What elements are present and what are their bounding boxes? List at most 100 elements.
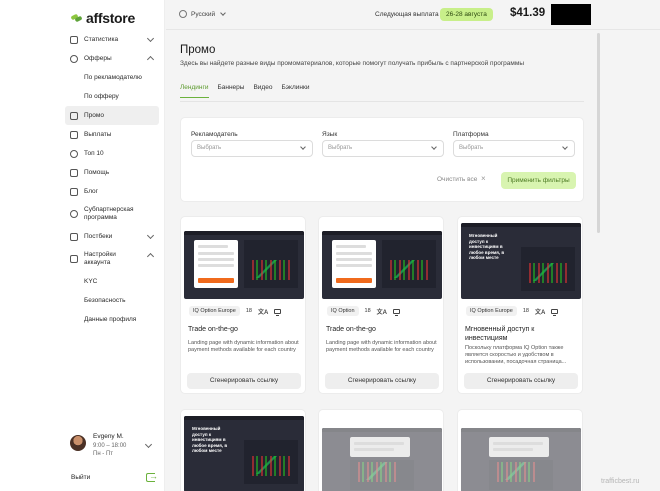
sidebar-item-by-advertiser[interactable]: По рекламодателю [65, 68, 159, 87]
wallet-icon [70, 130, 78, 139]
sidebar-item-promo[interactable]: Промо [65, 106, 159, 125]
promo-card: IQ Option Europe 18 文A Trade on-the-go L… [180, 216, 306, 394]
advertiser-chip: IQ Option [327, 306, 359, 316]
sidebar-item-profile-data[interactable]: Данные профиля [65, 310, 159, 329]
stats-icon [70, 35, 78, 44]
tab-video[interactable]: Видео [253, 84, 272, 98]
sidebar-item-offers[interactable]: Офферы [65, 49, 159, 68]
users-icon [70, 210, 78, 218]
promo-card [457, 409, 583, 491]
scrollbar-thumb[interactable] [597, 33, 600, 233]
sidebar: affstore Статистика Офферы По рекламодат… [0, 0, 165, 491]
landing-preview[interactable] [322, 428, 442, 491]
promo-tabs: Лендинги Баннеры Видео Бэклинки [180, 84, 318, 98]
age-limit: 18 [245, 308, 252, 314]
tab-landings[interactable]: Лендинги [180, 84, 209, 98]
sidebar-item-settings[interactable]: Настройки аккаунта [65, 246, 159, 272]
user-profile[interactable]: Evgeny M. 9:00 – 18:00 Пн - Пт [70, 433, 160, 461]
advertiser-label: Рекламодатель [191, 131, 238, 138]
clear-all-button[interactable]: Очистить все [437, 176, 477, 183]
brand-logo[interactable]: affstore [71, 10, 135, 26]
card-title: Trade on-the-go [188, 326, 238, 333]
advertiser-select[interactable]: Выбрать [191, 140, 313, 157]
generate-link-button[interactable]: Сгенерировать ссылку [325, 373, 439, 389]
generate-link-button[interactable]: Сгенерировать ссылку [187, 373, 301, 389]
desktop-icon [393, 308, 401, 316]
landing-preview[interactable] [322, 231, 442, 299]
sidebar-item-help[interactable]: Помощь [65, 163, 159, 182]
apply-filters-button[interactable]: Применить фильтры [501, 172, 576, 189]
chevron-down-icon [146, 231, 155, 240]
card-description: Landing page with dynamic information ab… [188, 340, 299, 353]
sidebar-item-security[interactable]: Безопасность [65, 291, 159, 310]
advertiser-chip: IQ Option Europe [189, 306, 240, 316]
user-hours: 9:00 – 18:00 [93, 443, 127, 449]
page-description: Здесь вы найдете разные виды промоматери… [180, 60, 525, 67]
age-limit: 18 [522, 308, 529, 314]
watermark: trafficbest.ru [601, 478, 640, 485]
logo-mark-icon [71, 13, 83, 23]
user-days: Пн - Пт [93, 451, 114, 457]
card-description: Landing page with dynamic information ab… [326, 340, 437, 353]
logout-icon[interactable] [146, 471, 158, 482]
tab-backlinks[interactable]: Бэклинки [281, 84, 309, 98]
brand-name: affstore [86, 10, 135, 26]
desktop-icon [551, 308, 559, 316]
preview-headline: Мгновенный доступ к инвестициям в любое … [469, 233, 505, 260]
promo-card [318, 409, 444, 491]
advertiser-chip: IQ Option Europe [466, 306, 517, 316]
language-select[interactable]: Выбрать [322, 140, 444, 157]
filters-panel: Рекламодатель Выбрать Язык Выбрать Платф… [180, 117, 584, 202]
chevron-down-icon [562, 144, 568, 150]
sidebar-item-subpartner[interactable]: Субпартнерская программа [65, 201, 159, 227]
page-title: Промо [180, 44, 216, 56]
next-payment-badge: 26-28 августа [440, 8, 493, 21]
tabs-divider [180, 101, 584, 102]
card-description: Поскольку платформа IQ Option также явля… [465, 345, 567, 365]
balance: $41.39 [510, 7, 546, 19]
landing-preview[interactable] [184, 231, 304, 299]
header-divider [166, 29, 660, 30]
sidebar-item-blog[interactable]: Блог [65, 182, 159, 201]
translate-icon: 文A [534, 309, 546, 316]
redacted-box [551, 4, 591, 25]
promo-card: Мгновенный доступ к инвестициям в любое … [457, 216, 583, 394]
logout-link[interactable]: Выйти [71, 474, 90, 481]
sidebar-nav: Статистика Офферы По рекламодателю По оф… [65, 30, 159, 329]
sidebar-item-top10[interactable]: Топ 10 [65, 144, 159, 163]
chevron-down-icon [431, 144, 437, 150]
landing-preview[interactable]: Мгновенный доступ к инвестициям в любое … [461, 223, 581, 299]
globe-icon [179, 10, 187, 18]
generate-link-button[interactable]: Сгенерировать ссылку [464, 373, 578, 389]
translate-icon: 文A [376, 309, 388, 316]
chevron-up-icon [146, 252, 155, 261]
landing-preview[interactable]: Мгновенный доступ к инвестициям в любое … [184, 416, 304, 491]
chevron-down-icon [220, 10, 226, 16]
card-title: Trade on-the-go [326, 326, 376, 333]
postback-icon [70, 232, 78, 241]
tag-icon [70, 54, 78, 63]
language-selector[interactable]: Русский [179, 10, 226, 18]
close-icon[interactable]: × [481, 174, 486, 183]
age-limit: 18 [364, 308, 371, 314]
platform-select[interactable]: Выбрать [453, 140, 575, 157]
settings-icon [70, 255, 78, 263]
chevron-down-icon [146, 34, 155, 43]
blog-icon [70, 187, 78, 196]
sidebar-item-by-offer[interactable]: По офферу [65, 87, 159, 106]
promo-card: Мгновенный доступ к инвестициям в любое … [180, 409, 306, 491]
sidebar-item-payouts[interactable]: Выплаты [65, 125, 159, 144]
translate-icon: 文A [257, 309, 269, 316]
user-name: Evgeny M. [93, 433, 124, 440]
next-payment-label: Следующая выплата [375, 11, 439, 18]
preview-headline: Мгновенный доступ к инвестициям в любое … [192, 426, 228, 453]
landing-preview[interactable] [461, 428, 581, 491]
image-icon [70, 111, 78, 120]
tab-banners[interactable]: Баннеры [218, 84, 245, 98]
desktop-icon [274, 308, 282, 316]
chevron-down-icon [144, 440, 153, 449]
sidebar-item-kyc[interactable]: KYC [65, 272, 159, 291]
chevron-down-icon [300, 144, 306, 150]
sidebar-item-postbacks[interactable]: Постбеки [65, 227, 159, 246]
sidebar-item-stats[interactable]: Статистика [65, 30, 159, 49]
